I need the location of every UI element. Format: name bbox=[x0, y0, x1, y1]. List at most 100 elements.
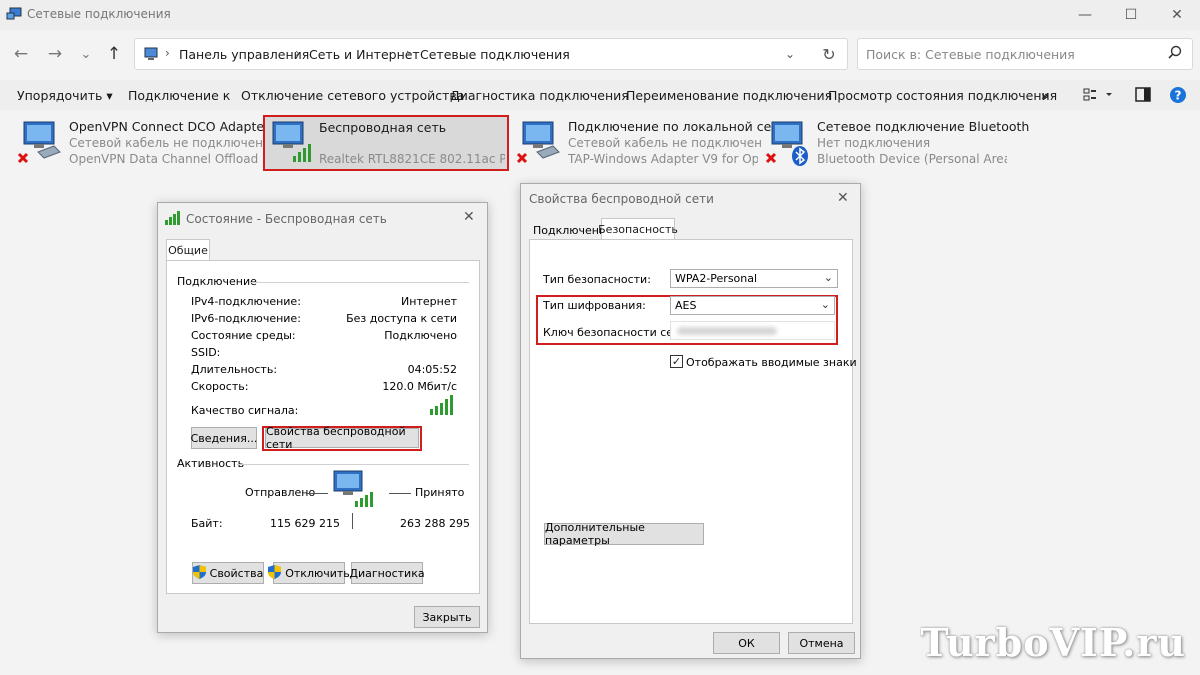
disconnected-network-adapter-icon bbox=[515, 118, 565, 171]
activity-computer-icon bbox=[331, 469, 381, 512]
duration-label: Длительность: bbox=[191, 363, 278, 376]
connection-item-bluetooth[interactable]: Сетевое подключение Bluetooth Нет подклю… bbox=[764, 116, 1029, 170]
cancel-button[interactable]: Отмена bbox=[788, 632, 855, 654]
close-window-button[interactable]: ✕ bbox=[1154, 0, 1200, 30]
connection-name: Сетевое подключение Bluetooth bbox=[817, 119, 1030, 134]
security-tab-panel: Тип безопасности: WPA2-Personal ⌄ Тип ши… bbox=[529, 239, 857, 624]
view-status-button[interactable]: Просмотр состояния подключения bbox=[828, 88, 1057, 103]
search-input[interactable]: Поиск в: Сетевые подключения bbox=[857, 38, 1193, 70]
connection-item-local-area[interactable]: Подключение по локальной сети Сетевой ка… bbox=[515, 116, 787, 171]
connection-name: Беспроводная сеть bbox=[319, 120, 447, 135]
connection-item-openvpn[interactable]: OpenVPN Connect DCO Adapter Сетевой кабе… bbox=[16, 116, 269, 171]
breadcrumb-separator: › bbox=[406, 46, 411, 60]
connection-status: Сетевой кабель не подключен bbox=[568, 136, 762, 150]
blurred-key bbox=[677, 327, 777, 335]
search-placeholder: Поиск в: Сетевые подключения bbox=[866, 47, 1075, 62]
shield-icon bbox=[192, 564, 206, 582]
security-key-input[interactable] bbox=[670, 321, 835, 340]
wireless-properties-button-label: Свойства беспроводной сети bbox=[266, 425, 406, 451]
ipv4-value: Интернет bbox=[401, 295, 457, 308]
wireless-properties-dialog: Свойства беспроводной сети ✕ Подключение… bbox=[520, 183, 861, 659]
help-icon[interactable]: ? bbox=[1169, 86, 1187, 107]
close-icon[interactable]: ✕ bbox=[463, 209, 475, 225]
signal-quality-label: Качество сигнала: bbox=[191, 404, 299, 417]
tab-panel: Подключение IPv4-подключение: Интернет I… bbox=[166, 260, 480, 594]
speed-value: 120.0 Мбит/с bbox=[382, 380, 457, 393]
breadcrumb-network-internet[interactable]: Сеть и Интернет bbox=[309, 47, 420, 62]
breadcrumb-separator: › bbox=[295, 46, 300, 60]
show-characters-checkbox[interactable]: ✓ bbox=[670, 355, 683, 368]
window-title: Сетевые подключения bbox=[27, 7, 171, 21]
received-line bbox=[389, 493, 411, 494]
status-dialog-title: Состояние - Беспроводная сеть bbox=[186, 212, 387, 226]
encryption-type-select[interactable]: AES ⌄ bbox=[670, 296, 835, 315]
signal-quality-icon bbox=[429, 395, 455, 418]
sent-label: Отправлено bbox=[245, 486, 316, 499]
tab-security[interactable]: Безопасность bbox=[598, 218, 678, 240]
encryption-type-label: Тип шифрования: bbox=[543, 299, 646, 312]
connection-item-wireless[interactable]: Беспроводная сеть Realtek RTL8821CE 802.… bbox=[263, 115, 509, 171]
maximize-button[interactable]: ☐ bbox=[1108, 0, 1154, 30]
close-button[interactable]: Закрыть bbox=[414, 606, 480, 628]
more-commands-button[interactable]: » bbox=[1041, 88, 1049, 103]
security-type-select[interactable]: WPA2-Personal ⌄ bbox=[670, 269, 838, 288]
close-button-label: Закрыть bbox=[422, 610, 472, 624]
connection-status: Нет подключения bbox=[817, 136, 931, 150]
bytes-label: Байт: bbox=[191, 517, 223, 530]
back-arrow-icon[interactable]: ← bbox=[9, 42, 33, 66]
advanced-settings-button[interactable]: Дополнительные параметры bbox=[544, 521, 704, 547]
cancel-button-label: Отмена bbox=[799, 636, 844, 650]
duration-value: 04:05:52 bbox=[407, 363, 457, 376]
status-dialog: Состояние - Беспроводная сеть ✕ Общие По… bbox=[157, 202, 488, 633]
ok-button-label: ОК bbox=[738, 636, 755, 650]
preview-pane-icon[interactable] bbox=[1135, 87, 1151, 105]
ipv6-value: Без доступа к сети bbox=[346, 312, 457, 325]
address-bar[interactable]: › Панель управления › Сеть и Интернет › … bbox=[134, 38, 848, 70]
address-dropdown-chevron-icon[interactable]: ⌄ bbox=[785, 47, 795, 61]
ipv6-label: IPv6-подключение: bbox=[191, 312, 301, 325]
details-button-label: Сведения... bbox=[190, 431, 258, 445]
disable-device-button[interactable]: Отключение сетевого устройства bbox=[241, 88, 464, 103]
security-type-label: Тип безопасности: bbox=[543, 273, 651, 286]
security-key-label: Ключ безопасности сети bbox=[543, 326, 687, 339]
disconnected-network-adapter-icon bbox=[16, 118, 66, 171]
details-button[interactable]: Сведения... bbox=[191, 427, 257, 449]
view-options-icon[interactable] bbox=[1083, 88, 1113, 105]
wireless-properties-button[interactable]: Свойства беспроводной сети bbox=[265, 425, 419, 451]
wireless-dialog-title: Свойства беспроводной сети bbox=[529, 192, 714, 206]
chevron-down-icon: ⌄ bbox=[823, 271, 833, 284]
close-icon[interactable]: ✕ bbox=[837, 190, 849, 206]
disable-button[interactable]: Отключить bbox=[268, 562, 350, 584]
svg-text:?: ? bbox=[1175, 89, 1182, 103]
breadcrumb-control-panel[interactable]: Панель управления bbox=[179, 47, 309, 62]
connection-device: Bluetooth Device (Personal Area ... bbox=[817, 152, 1007, 166]
connect-to-button[interactable]: Подключение к bbox=[128, 88, 230, 103]
organize-menu-button[interactable]: Упорядочить ▾ bbox=[17, 88, 113, 103]
encryption-type-value: AES bbox=[675, 299, 697, 312]
forward-arrow-icon[interactable]: → bbox=[43, 42, 67, 66]
minimize-button[interactable]: — bbox=[1062, 0, 1108, 30]
connection-device: TAP-Windows Adapter V9 for Ope... bbox=[568, 152, 758, 166]
group-divider bbox=[249, 282, 469, 283]
properties-button[interactable]: Свойства bbox=[192, 562, 264, 584]
rename-connection-button[interactable]: Переименование подключения bbox=[626, 88, 832, 103]
diagnose-connection-button[interactable]: Диагностика подключения bbox=[450, 88, 629, 103]
recent-locations-chevron-icon[interactable]: ⌄ bbox=[74, 42, 98, 66]
wireless-adapter-icon bbox=[267, 118, 317, 171]
bytes-sent-value: 115 629 215 bbox=[270, 517, 340, 530]
ok-button[interactable]: ОК bbox=[713, 632, 780, 654]
up-arrow-icon[interactable]: ↑ bbox=[102, 42, 126, 66]
connection-name: OpenVPN Connect DCO Adapter bbox=[69, 119, 270, 134]
signal-bars-icon bbox=[164, 211, 182, 228]
diagnose-button[interactable]: Диагностика bbox=[349, 562, 425, 584]
advanced-settings-button-label: Дополнительные параметры bbox=[545, 521, 645, 547]
network-connections-icon bbox=[6, 7, 22, 21]
refresh-icon[interactable]: ↻ bbox=[818, 43, 840, 65]
properties-button-label: Свойства bbox=[209, 566, 264, 580]
group-divider bbox=[237, 464, 469, 465]
tab-general[interactable]: Общие bbox=[166, 239, 210, 261]
breadcrumb-network-connections[interactable]: Сетевые подключения bbox=[420, 47, 570, 62]
connection-name: Подключение по локальной сети bbox=[568, 119, 787, 134]
search-icon[interactable] bbox=[1168, 45, 1182, 62]
tab-label: Общие bbox=[168, 244, 208, 257]
